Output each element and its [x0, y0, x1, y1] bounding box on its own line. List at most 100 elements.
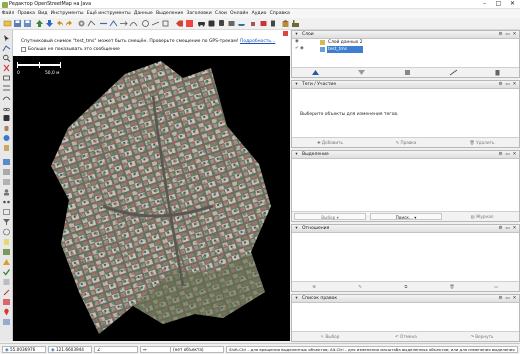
select-dropdown-button[interactable]: Выбор ▾: [294, 213, 366, 220]
layer-visible-icon[interactable]: ◉: [295, 39, 299, 44]
panel-detach-icon[interactable]: ▭: [505, 82, 510, 87]
improve-way-icon[interactable]: [2, 94, 11, 102]
layer-row[interactable]: ◉ Слой данных 2: [292, 39, 519, 46]
info-icon[interactable]: [2, 134, 11, 142]
search-dropdown-button[interactable]: Поиск... ▾: [370, 213, 442, 220]
menu-view[interactable]: Вид: [37, 9, 50, 18]
align-line-icon[interactable]: [151, 19, 160, 28]
delete-icon[interactable]: [2, 64, 11, 72]
minimize-button[interactable]: –: [478, 0, 491, 8]
draw-icon[interactable]: [2, 44, 11, 52]
delete-tag-button[interactable]: 🗑 Удалить: [446, 139, 518, 146]
ferry-icon[interactable]: [237, 19, 246, 28]
author-icon[interactable]: [2, 288, 11, 296]
extrude-icon[interactable]: [2, 74, 11, 82]
panel-detach-icon[interactable]: ▭: [505, 152, 510, 157]
map-paint-icon[interactable]: [2, 318, 11, 326]
industrial-icon[interactable]: [291, 19, 300, 28]
panel-close-icon[interactable]: ✕: [512, 82, 517, 87]
upload-icon[interactable]: [35, 19, 44, 28]
redo-icon[interactable]: [65, 19, 74, 28]
menu-selection[interactable]: Выделение: [154, 9, 185, 18]
layers-toggle-icon[interactable]: [2, 158, 11, 166]
panel-settings-icon[interactable]: ⚙: [498, 226, 503, 231]
map-view[interactable]: [13, 56, 290, 341]
hand-icon[interactable]: [2, 124, 11, 132]
close-button[interactable]: ✕: [506, 0, 519, 8]
collapse-icon[interactable]: ▾: [294, 32, 299, 37]
bus-stop-icon[interactable]: [2, 114, 11, 122]
collapse-icon[interactable]: ▾: [294, 296, 299, 301]
zoom-icon[interactable]: [2, 54, 11, 62]
notes-icon[interactable]: [2, 238, 11, 246]
panel-close-icon[interactable]: ✕: [512, 296, 517, 301]
location-pin-icon[interactable]: [2, 308, 11, 316]
history-button[interactable]: ▤ Журнал: [446, 213, 518, 220]
merge-layer-button[interactable]: [432, 69, 474, 76]
undo-change-button[interactable]: ↶ Отмена: [370, 333, 442, 340]
fuel-icon[interactable]: [269, 19, 278, 28]
select-relation-icon[interactable]: ▭: [488, 283, 504, 290]
menu-tools[interactable]: Инструменты: [49, 9, 85, 18]
command-stack-icon[interactable]: [2, 208, 11, 216]
edit-tag-button[interactable]: ✎ Правка: [370, 139, 442, 146]
tram-icon[interactable]: [227, 19, 236, 28]
panel-settings-icon[interactable]: ⚙: [498, 32, 503, 37]
car-icon[interactable]: [197, 19, 206, 28]
reverse-way-icon[interactable]: [119, 19, 128, 28]
duplicate-relation-icon[interactable]: ⧉: [398, 283, 414, 290]
close-message-icon[interactable]: [283, 31, 288, 36]
selection-list-icon[interactable]: [2, 178, 11, 186]
panel-detach-icon[interactable]: ▭: [505, 32, 510, 37]
dont-show-again-checkbox[interactable]: [21, 47, 26, 52]
menu-file[interactable]: Файл: [0, 9, 16, 18]
tag-icon[interactable]: [175, 19, 184, 28]
building-icon[interactable]: [281, 19, 290, 28]
shop-icon[interactable]: [259, 19, 268, 28]
save-icon[interactable]: [13, 19, 22, 28]
move-down-button[interactable]: [340, 69, 382, 76]
preset-icon[interactable]: [185, 19, 194, 28]
select-change-button[interactable]: ↖ Выбор: [294, 333, 366, 340]
details-link[interactable]: Подробность...: [240, 39, 275, 44]
bus-icon[interactable]: [207, 19, 216, 28]
delete-layer-button[interactable]: [476, 69, 518, 76]
layer-visible-icon[interactable]: ◉: [300, 46, 304, 51]
parallel-icon[interactable]: [2, 84, 11, 92]
menu-help[interactable]: Справка: [268, 9, 291, 18]
align-circle-icon[interactable]: [141, 19, 150, 28]
orthogonalize-icon[interactable]: [161, 19, 170, 28]
menu-edit[interactable]: Правка: [16, 9, 37, 18]
train-icon[interactable]: [217, 19, 226, 28]
panel-close-icon[interactable]: ✕: [512, 32, 517, 37]
panel-settings-icon[interactable]: ⚙: [498, 296, 503, 301]
panel-detach-icon[interactable]: ▭: [505, 226, 510, 231]
combine-way-icon[interactable]: [99, 19, 108, 28]
panel-detach-icon[interactable]: ▭: [505, 296, 510, 301]
wireframe-icon[interactable]: [87, 19, 96, 28]
menu-more-tools[interactable]: Ещё инструменты: [85, 9, 132, 18]
panel-close-icon[interactable]: ✕: [512, 226, 517, 231]
filter-icon[interactable]: [2, 218, 11, 226]
minimap-icon[interactable]: [2, 248, 11, 256]
layer-active-icon[interactable]: ✔: [295, 46, 299, 51]
simplify-icon[interactable]: [129, 19, 138, 28]
add-tag-button[interactable]: ✚ Добавить: [294, 139, 366, 146]
validator-icon[interactable]: [2, 268, 11, 276]
panel-settings-icon[interactable]: ⚙: [498, 152, 503, 157]
split-way-icon[interactable]: [109, 19, 118, 28]
edit-relation-icon[interactable]: ✎: [352, 283, 368, 290]
move-up-button[interactable]: [294, 69, 336, 76]
tag-checker-icon[interactable]: [2, 298, 11, 306]
preferences-icon[interactable]: [77, 19, 86, 28]
relation-icon[interactable]: [2, 198, 11, 206]
menu-presets[interactable]: Заголовки: [185, 9, 213, 18]
redo-change-button[interactable]: ↷ Вернуть: [446, 333, 518, 340]
cut-icon[interactable]: [2, 104, 11, 112]
user-icon[interactable]: [2, 188, 11, 196]
history-icon[interactable]: [2, 228, 11, 236]
paste-icon[interactable]: [2, 144, 11, 152]
panel-settings-icon[interactable]: ⚙: [498, 82, 503, 87]
properties-icon[interactable]: [2, 168, 11, 176]
new-relation-icon[interactable]: ⊕: [306, 283, 322, 290]
